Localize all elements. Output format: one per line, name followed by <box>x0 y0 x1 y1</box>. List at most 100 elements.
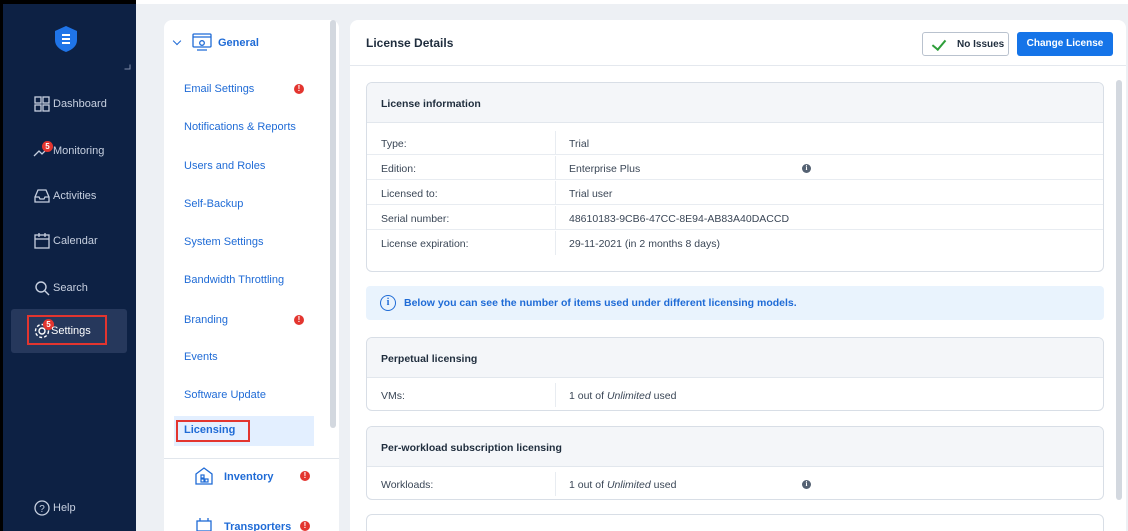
nav-monitoring[interactable]: 5 Monitoring <box>3 137 139 165</box>
subscription-row-workloads: Workloads: 1 out of Unlimited used i <box>367 472 1103 496</box>
category-inventory[interactable]: Inventory ! <box>194 466 334 488</box>
settings-category-list: General Email Settings ! Notifications &… <box>164 20 339 531</box>
inventory-warning-icon: ! <box>300 471 310 481</box>
subitem-software-update[interactable]: Software Update <box>184 389 266 401</box>
row-value: 1 out of Unlimited used <box>569 390 676 402</box>
subitem-licensing[interactable]: Licensing <box>174 416 314 446</box>
svg-text:?: ? <box>39 504 45 515</box>
next-licensing-card <box>366 514 1104 531</box>
transporters-icon <box>196 518 212 531</box>
subitem-system-settings[interactable]: System Settings <box>184 236 263 248</box>
column-divider <box>555 131 556 155</box>
notice-text: Below you can see the number of items us… <box>404 297 797 309</box>
category-transporters-label: Transporters <box>224 521 292 531</box>
category-list-scrollbar[interactable] <box>330 20 336 428</box>
card-title: Per-workload subscription licensing <box>381 442 562 454</box>
inbox-icon <box>34 189 50 203</box>
card-title: Perpetual licensing <box>381 353 478 365</box>
row-value: Enterprise Plus <box>569 163 641 175</box>
change-license-button[interactable]: Change License <box>1017 32 1113 56</box>
usage-limit: Unlimited <box>606 390 651 402</box>
column-divider <box>555 231 556 255</box>
card-header: Per-workload subscription licensing <box>367 427 1103 467</box>
no-issues-label: No Issues <box>957 39 1005 50</box>
page-title: License Details <box>366 36 454 50</box>
card-title: License information <box>381 98 481 110</box>
nav-monitoring-label: Monitoring <box>53 145 105 157</box>
nav-search[interactable]: Search <box>3 274 139 302</box>
row-key: Workloads: <box>381 479 434 491</box>
inventory-icon <box>195 467 213 485</box>
subitem-bandwidth-throttling[interactable]: Bandwidth Throttling <box>184 274 284 286</box>
column-divider <box>555 383 556 407</box>
nav-help-label: Help <box>53 502 76 514</box>
license-row-licensed-to: Licensed to: Trial user <box>367 181 1103 205</box>
help-icon: ? <box>34 500 50 516</box>
nav-settings-label: Settings <box>51 325 91 337</box>
subitem-self-backup[interactable]: Self-Backup <box>184 198 243 210</box>
row-key: License expiration: <box>381 238 469 250</box>
license-row-edition: Edition: Enterprise Plus i <box>367 156 1103 180</box>
nav-search-label: Search <box>53 282 88 294</box>
panel-header: License Details No Issues Change License <box>350 20 1126 66</box>
main-scrollbar[interactable] <box>1116 80 1122 500</box>
row-value: 48610183-9CB6-47CC-8E94-AB83A40DACCD <box>569 213 790 225</box>
info-circle-icon: i <box>380 295 396 311</box>
column-divider <box>555 181 556 205</box>
subscription-licensing-card: Per-workload subscription licensing Work… <box>366 426 1104 500</box>
subitem-branding[interactable]: Branding <box>184 314 228 326</box>
category-general-label: General <box>218 37 259 49</box>
row-value: Trial <box>569 138 590 150</box>
monitoring-badge: 5 <box>42 141 53 152</box>
license-row-expiration: License expiration: 29-11-2021 (in 2 mon… <box>367 231 1103 255</box>
licensing-notice: i Below you can see the number of items … <box>366 286 1104 320</box>
main-nav-rail: Dashboard 5 Monitoring Activities Calend… <box>0 0 136 531</box>
edition-info-icon[interactable]: i <box>802 164 811 173</box>
nav-dashboard[interactable]: Dashboard <box>3 90 139 118</box>
subitem-users-and-roles[interactable]: Users and Roles <box>184 160 265 172</box>
usage-limit: Unlimited <box>606 479 651 491</box>
category-general[interactable]: General <box>172 32 324 56</box>
card-header: License information <box>367 83 1103 123</box>
nav-settings[interactable]: 5 Settings <box>11 309 127 353</box>
row-value: 1 out of Unlimited used <box>569 479 676 491</box>
branding-warning-icon: ! <box>294 315 304 325</box>
subitem-email-settings[interactable]: Email Settings <box>184 83 254 95</box>
row-value: Trial user <box>569 188 613 200</box>
perpetual-row-vms: VMs: 1 out of Unlimited used <box>367 383 1103 407</box>
row-key: Edition: <box>381 163 417 175</box>
usage-suffix: used <box>650 479 677 491</box>
category-inventory-label: Inventory <box>224 471 274 483</box>
general-settings-icon <box>192 33 212 51</box>
usage-prefix: 1 out of <box>569 390 607 402</box>
workloads-info-icon[interactable]: i <box>802 480 811 489</box>
usage-suffix: used <box>650 390 677 402</box>
subitem-notifications-reports[interactable]: Notifications & Reports <box>184 121 296 133</box>
nav-calendar[interactable]: Calendar <box>3 227 139 255</box>
collapse-chevron-icon[interactable] <box>124 64 131 70</box>
dashboard-icon <box>34 96 50 112</box>
row-key: VMs: <box>381 390 405 402</box>
license-details-panel: License Details No Issues Change License… <box>350 20 1126 531</box>
nav-activities-label: Activities <box>53 190 97 202</box>
search-icon <box>35 281 50 296</box>
calendar-icon <box>34 233 50 249</box>
license-row-serial-number: Serial number: 48610183-9CB6-47CC-8E94-A… <box>367 206 1103 230</box>
nav-activities[interactable]: Activities <box>3 182 139 210</box>
transporters-warning-icon: ! <box>300 521 310 531</box>
nav-help[interactable]: ? Help <box>3 494 139 522</box>
row-key: Type: <box>381 138 407 150</box>
nav-dashboard-label: Dashboard <box>53 98 107 110</box>
column-divider <box>555 206 556 230</box>
no-issues-button[interactable]: No Issues <box>922 32 1009 56</box>
chevron-down-icon <box>172 36 182 46</box>
usage-prefix: 1 out of <box>569 479 607 491</box>
column-divider <box>555 156 556 180</box>
divider <box>164 458 339 459</box>
row-value: 29-11-2021 (in 2 months 8 days) <box>569 238 720 250</box>
subitem-events[interactable]: Events <box>184 351 218 363</box>
app-logo-icon[interactable] <box>55 26 77 52</box>
category-transporters[interactable]: Transporters ! <box>194 516 334 531</box>
email-settings-warning-icon: ! <box>294 84 304 94</box>
license-information-card: License information Type: Trial Edition:… <box>366 82 1104 272</box>
